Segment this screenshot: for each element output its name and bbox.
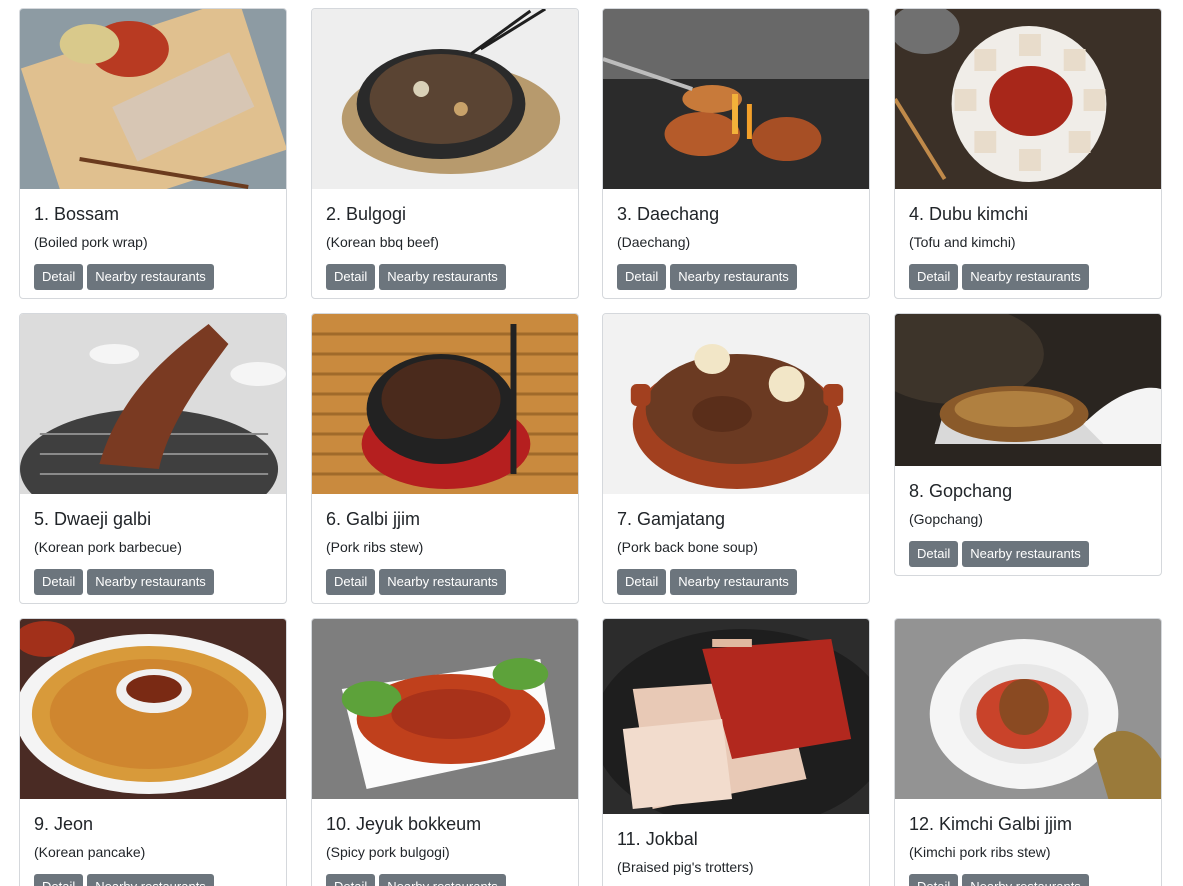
detail-button[interactable]: Detail [617, 264, 667, 290]
detail-button[interactable]: Detail [326, 874, 376, 886]
dish-title: 10. Jeyuk bokkeum [326, 814, 482, 834]
dish-card: 6. Galbi jjim (Pork ribs stew) Detail Ne… [311, 313, 579, 604]
dish-subtitle: (Daechang) [617, 234, 691, 250]
dish-photo[interactable] [312, 9, 578, 189]
dish-subtitle: (Braised pig's trotters) [617, 859, 754, 875]
dish-title: 7. Gamjatang [617, 509, 726, 529]
detail-button[interactable]: Detail [34, 874, 84, 886]
detail-button[interactable]: Detail [326, 569, 376, 595]
dish-photo[interactable] [20, 314, 286, 494]
detail-button[interactable]: Detail [617, 569, 667, 595]
dish-photo[interactable] [895, 619, 1161, 799]
nearby-restaurants-button[interactable]: Nearby restaurants [962, 874, 1089, 886]
dish-photo[interactable] [20, 9, 286, 189]
dish-card: 4. Dubu kimchi (Tofu and kimchi) Detail … [894, 8, 1162, 299]
detail-button[interactable]: Detail [34, 264, 84, 290]
nearby-restaurants-button[interactable]: Nearby restaurants [962, 264, 1089, 290]
dish-title: 11. Jokbal [617, 829, 698, 849]
dish-title: 6. Galbi jjim [326, 509, 421, 529]
dish-card: 7. Gamjatang (Pork back bone soup) Detai… [602, 313, 870, 604]
dish-subtitle: (Tofu and kimchi) [909, 234, 1016, 250]
dish-subtitle: (Pork back bone soup) [617, 539, 758, 555]
detail-button[interactable]: Detail [326, 264, 376, 290]
dish-photo[interactable] [603, 314, 869, 494]
dish-title: 5. Dwaeji galbi [34, 509, 152, 529]
dish-card: 11. Jokbal (Braised pig's trotters) Deta… [602, 618, 870, 886]
nearby-restaurants-button[interactable]: Nearby restaurants [87, 874, 214, 886]
nearby-restaurants-button[interactable]: Nearby restaurants [670, 569, 797, 595]
nearby-restaurants-button[interactable]: Nearby restaurants [379, 874, 506, 886]
detail-button[interactable]: Detail [909, 874, 959, 886]
dish-photo[interactable] [20, 619, 286, 799]
dish-subtitle: (Korean pork barbecue) [34, 539, 182, 555]
detail-button[interactable]: Detail [909, 264, 959, 290]
dish-title: 12. Kimchi Galbi jjim [909, 814, 1073, 834]
dish-card: 9. Jeon (Korean pancake) Detail Nearby r… [19, 618, 287, 886]
nearby-restaurants-button[interactable]: Nearby restaurants [379, 264, 506, 290]
nearby-restaurants-button[interactable]: Nearby restaurants [379, 569, 506, 595]
dish-subtitle: (Gopchang) [909, 511, 983, 527]
dish-card-grid: 1. Bossam (Boiled pork wrap) Detail Near… [0, 0, 1183, 886]
dish-subtitle: (Spicy pork bulgogi) [326, 844, 450, 860]
dish-title: 9. Jeon [34, 814, 94, 834]
dish-subtitle: (Kimchi pork ribs stew) [909, 844, 1051, 860]
dish-photo[interactable] [312, 314, 578, 494]
detail-button[interactable]: Detail [909, 541, 959, 567]
dish-subtitle: (Pork ribs stew) [326, 539, 424, 555]
dish-card: 12. Kimchi Galbi jjim (Kimchi pork ribs … [894, 618, 1162, 886]
dish-card: 10. Jeyuk bokkeum (Spicy pork bulgogi) D… [311, 618, 579, 886]
dish-card: 8. Gopchang (Gopchang) Detail Nearby res… [894, 313, 1162, 576]
dish-photo[interactable] [603, 619, 869, 814]
dish-subtitle: (Korean pancake) [34, 844, 146, 860]
nearby-restaurants-button[interactable]: Nearby restaurants [87, 569, 214, 595]
dish-subtitle: (Boiled pork wrap) [34, 234, 148, 250]
dish-card: 2. Bulgogi (Korean bbq beef) Detail Near… [311, 8, 579, 299]
dish-photo[interactable] [312, 619, 578, 799]
dish-card: 3. Daechang (Daechang) Detail Nearby res… [602, 8, 870, 299]
dish-title: 4. Dubu kimchi [909, 204, 1029, 224]
dish-photo[interactable] [895, 314, 1161, 466]
dish-title: 2. Bulgogi [326, 204, 407, 224]
detail-button[interactable]: Detail [34, 569, 84, 595]
dish-photo[interactable] [895, 9, 1161, 189]
dish-subtitle: (Korean bbq beef) [326, 234, 439, 250]
dish-photo[interactable] [603, 9, 869, 189]
nearby-restaurants-button[interactable]: Nearby restaurants [87, 264, 214, 290]
dish-title: 3. Daechang [617, 204, 720, 224]
dish-title: 1. Bossam [34, 204, 120, 224]
nearby-restaurants-button[interactable]: Nearby restaurants [670, 264, 797, 290]
dish-card: 1. Bossam (Boiled pork wrap) Detail Near… [19, 8, 287, 299]
nearby-restaurants-button[interactable]: Nearby restaurants [962, 541, 1089, 567]
dish-title: 8. Gopchang [909, 481, 1013, 501]
dish-card: 5. Dwaeji galbi (Korean pork barbecue) D… [19, 313, 287, 604]
